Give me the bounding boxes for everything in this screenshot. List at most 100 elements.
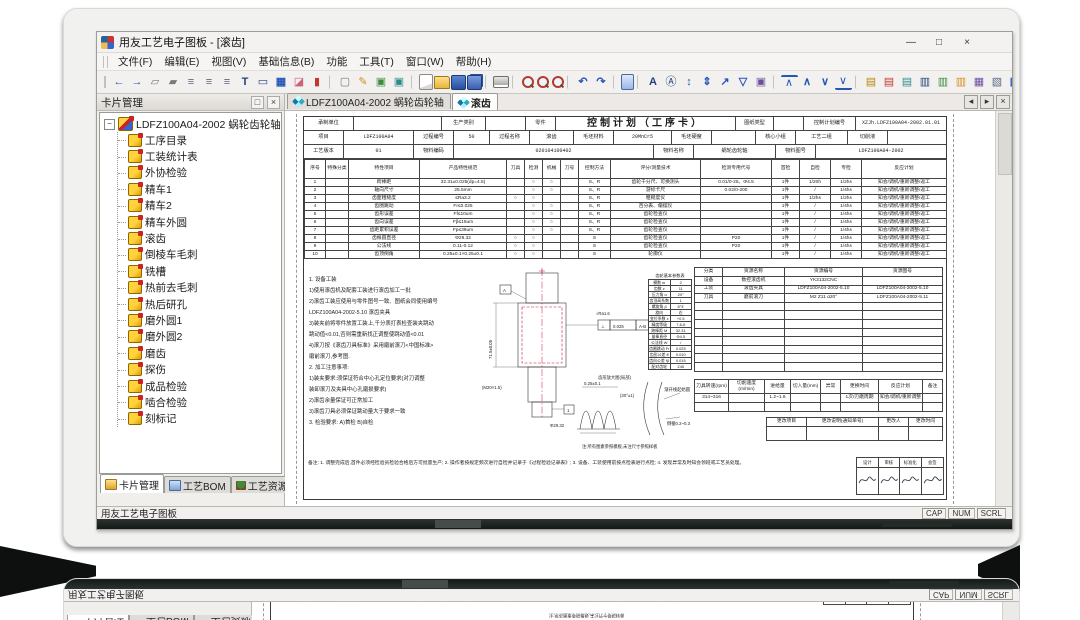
symbol-swap-icon[interactable]: ⇕	[699, 74, 716, 90]
redo-icon[interactable]: ↷	[593, 74, 610, 90]
copy-row-icon[interactable]: ▤	[899, 74, 916, 90]
send-back-icon[interactable]: ▰	[165, 74, 182, 90]
panel-tab[interactable]: 卡片管理	[100, 474, 164, 493]
tab-close-button[interactable]: ×	[996, 95, 1010, 109]
tree-item[interactable]: 工装统计表	[118, 148, 281, 164]
tree-item[interactable]: 刻标记	[118, 411, 281, 427]
new-file-icon[interactable]	[419, 74, 433, 90]
forward-icon[interactable]: →	[129, 74, 146, 90]
import-image-icon[interactable]: ▣	[373, 74, 390, 90]
circled-a-icon[interactable]: Ⓐ	[663, 74, 680, 90]
minimize-button[interactable]: —	[904, 37, 918, 48]
tab-scroll-right-button[interactable]: ▸	[980, 95, 994, 109]
document-card-icon[interactable]	[621, 74, 634, 90]
delete-row-icon[interactable]: ▤	[881, 74, 898, 90]
document-tab[interactable]: 滚齿	[452, 93, 498, 110]
tab-scroll-left-button[interactable]: ◂	[964, 95, 978, 109]
image-tool-icon[interactable]: ▦	[273, 74, 290, 90]
tree-item[interactable]: 倒棱车毛刺	[118, 247, 281, 263]
align-middle-icon[interactable]: ≡	[201, 74, 218, 90]
close-button[interactable]: ×	[960, 37, 974, 48]
cell: 齿形公差 ff	[649, 352, 671, 358]
fill-color-icon[interactable]: ▮	[309, 74, 326, 90]
menu-item[interactable]: 帮助(H)	[450, 54, 498, 69]
document-tab[interactable]: LDFZ100A04-2002 蜗轮齿轮轴	[287, 93, 451, 109]
save-file-icon[interactable]	[451, 75, 466, 90]
merge-cells-icon[interactable]: ▦	[971, 74, 988, 90]
tree-item[interactable]: 热前去毛刺	[118, 280, 281, 296]
tree-item[interactable]: 啮合检验	[118, 394, 281, 410]
vertical-scrollbar[interactable]	[995, 111, 1012, 506]
table-row: 3齿面粗糙度≤Ra3.2○○S、R粗糙度仪1件1/2hs1/2hs知会/调机/重…	[305, 195, 947, 203]
pin-panel-icon[interactable]: □	[251, 96, 264, 109]
tree-root-item[interactable]: − LDFZ100A04-2002 蜗轮齿轮轴	[104, 116, 281, 132]
column-header: 更改说明(通知单号)	[807, 418, 879, 427]
edit-table-icon[interactable]: ▤	[1007, 74, 1013, 90]
cell: 1件	[772, 211, 800, 219]
document-canvas[interactable]: 承制单位 生产类别 零件 控制计划（工序卡） 图纸类型 控制计划编号 XZJh.…	[285, 111, 1012, 506]
tree-item[interactable]: 磨外圆1	[118, 312, 281, 328]
tree-item[interactable]: 热后研孔	[118, 296, 281, 312]
export-image-icon[interactable]: ▣	[391, 74, 408, 90]
menu-item[interactable]: 文件(F)	[112, 54, 158, 69]
font-a-icon[interactable]: A	[645, 74, 662, 90]
panel-tab[interactable]: 工艺资源	[231, 476, 293, 493]
insert-row-icon[interactable]: ▤	[863, 74, 880, 90]
pencil-icon[interactable]: ✎	[355, 74, 372, 90]
collapse-icon[interactable]: −	[104, 119, 115, 130]
tree-item[interactable]: 铣槽	[118, 263, 281, 279]
menu-item[interactable]: 窗口(W)	[400, 54, 450, 69]
rect-tool-icon[interactable]: ▭	[255, 74, 272, 90]
move-up-icon[interactable]: ∧	[799, 74, 816, 90]
symbol-updown-icon[interactable]: ↕	[681, 74, 698, 90]
tree-item[interactable]: 精车外圆	[118, 214, 281, 230]
delete-col-icon[interactable]: ▥	[953, 74, 970, 90]
split-cells-icon[interactable]: ▧	[989, 74, 1006, 90]
scrollbar-thumb[interactable]	[998, 113, 1012, 175]
tree-item[interactable]: 外协检验	[118, 165, 281, 181]
note-line: 2. 加工注意事项:	[309, 363, 479, 374]
symbol-leader-icon[interactable]: ↗	[717, 74, 734, 90]
tree-item[interactable]: 精车1	[118, 181, 281, 197]
restore-button[interactable]: □	[932, 37, 946, 48]
symbol-datum-icon[interactable]: ▽	[735, 74, 752, 90]
open-file-icon[interactable]	[434, 76, 450, 89]
close-panel-icon[interactable]: ×	[267, 96, 280, 109]
text-tool-icon[interactable]: T	[237, 74, 254, 90]
panel-tab[interactable]: 工艺BOM	[164, 476, 231, 493]
cell: 齿顶倒角	[349, 251, 420, 259]
tree-item[interactable]: 滚齿	[118, 230, 281, 246]
tree-item[interactable]: 探伤	[118, 361, 281, 377]
move-top-icon[interactable]: ∧	[781, 75, 798, 90]
move-down-icon[interactable]: ∨	[817, 74, 834, 90]
eraser-icon[interactable]: ◪	[291, 74, 308, 90]
menu-item[interactable]: 工具(T)	[353, 54, 399, 69]
zoom-out-icon[interactable]	[535, 75, 549, 89]
move-bottom-icon[interactable]: ∨	[835, 75, 852, 90]
bring-front-icon[interactable]: ▱	[147, 74, 164, 90]
insert-col-icon[interactable]: ▥	[935, 74, 952, 90]
align-right-icon[interactable]: ≡	[219, 74, 236, 90]
tree-item[interactable]: 工序目录	[118, 132, 281, 148]
select-region-icon[interactable]: ▢	[337, 74, 354, 90]
cell	[561, 251, 579, 259]
cell: 粗糙度仪	[611, 195, 701, 203]
tree-item[interactable]: 精车2	[118, 198, 281, 214]
undo-icon[interactable]: ↶	[575, 74, 592, 90]
menu-item[interactable]: 编辑(E)	[158, 54, 205, 69]
printer-icon[interactable]	[493, 76, 509, 88]
zoom-fit-icon[interactable]	[550, 75, 564, 89]
cell	[863, 328, 943, 337]
callout-icon[interactable]: ▣	[753, 74, 770, 90]
card-props-icon[interactable]: ▥	[917, 74, 934, 90]
tree-item[interactable]: 磨齿	[118, 345, 281, 361]
menu-item[interactable]: 视图(V)	[205, 54, 252, 69]
save-all-icon[interactable]	[467, 75, 482, 90]
menu-item[interactable]: 功能	[320, 54, 353, 69]
zoom-in-icon[interactable]	[520, 75, 534, 89]
back-icon[interactable]: ←	[111, 74, 128, 90]
menu-item[interactable]: 基础信息(B)	[252, 54, 320, 69]
tree-item[interactable]: 磨外圆2	[118, 329, 281, 345]
align-left-icon[interactable]: ≡	[183, 74, 200, 90]
tree-item[interactable]: 成品检验	[118, 378, 281, 394]
